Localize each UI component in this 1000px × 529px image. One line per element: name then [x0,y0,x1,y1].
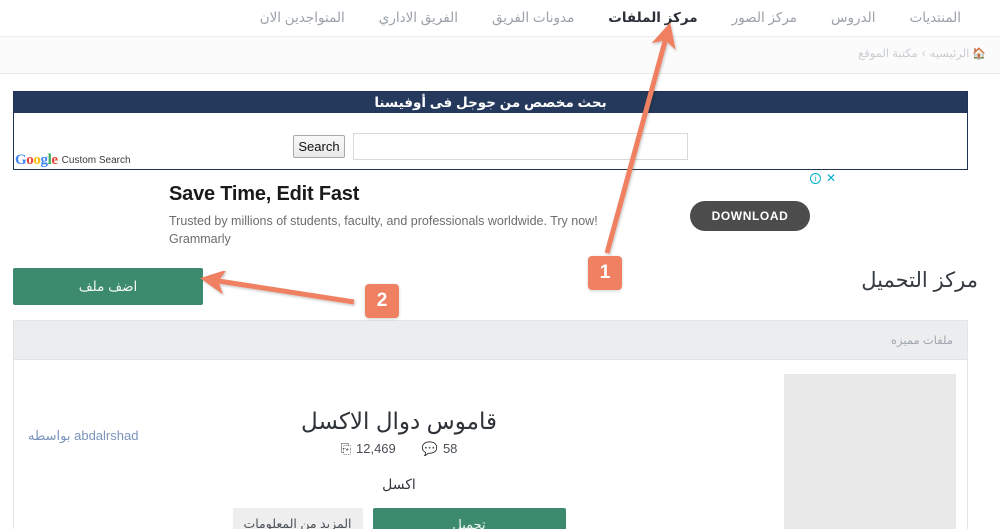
nav-item-forums[interactable]: المنتديات [893,0,978,36]
breadcrumb: 🏠الرئيسيه ›مكتبة الموقع [858,46,986,60]
file-author-name[interactable]: abdalrshad [74,428,138,443]
nav-item-online-now[interactable]: المتواجدين الان [243,0,362,36]
featured-files-label: ملفات مميزه [891,335,953,347]
ad-controls: i ✕ [810,172,836,184]
cse-body: Search Google Custom Search [14,113,967,169]
breadcrumb-home-link[interactable]: الرئيسيه [930,48,970,60]
file-comment-count: 58 💬 [422,441,458,456]
file-category[interactable]: اكسل [28,476,770,493]
file-thumbnail[interactable] [784,374,956,529]
comment-count-value: 58 [442,441,458,456]
breadcrumb-current: مكتبة الموقع [858,48,918,60]
ad-info-icon[interactable]: i [810,173,821,184]
file-author-prefix: بواسطه [28,428,71,443]
nav-item-file-center[interactable]: مركز الملفات [591,0,714,36]
ad-download-button[interactable]: DOWNLOAD [690,201,810,231]
file-download-button[interactable]: تحميل [372,508,566,529]
file-stats: 58 💬 12,469 ⎘ [28,441,770,456]
breadcrumb-separator: › [921,48,926,60]
cse-search-button[interactable]: Search [293,135,345,158]
download-count-value: 12,469 [356,441,396,456]
google-cse-branding: Google Custom Search [15,153,131,168]
ad-headline: Save Time, Edit Fast [169,183,360,205]
cse-search-input[interactable] [353,133,688,160]
annotation-arrow-2 [200,269,355,305]
file-list-item: قاموس دوال الاكسل 58 💬 12,469 ⎘ اكسل تحم… [14,360,967,529]
annotation-marker-2: 2 [365,284,399,318]
page-title: مركز التحميل [861,269,978,292]
home-icon: 🏠 [972,48,986,60]
featured-files-header: ملفات مميزه [14,321,967,360]
annotation-marker-1: 1 [588,256,622,290]
ad-description-text: Trusted by millions of students, faculty… [169,214,598,228]
main-navigation: المنتديات الدروس مركز الصور مركز الملفات… [0,0,1000,37]
nav-item-admin-team[interactable]: الفريق الاداري [362,0,475,36]
breadcrumb-bar: 🏠الرئيسيه ›مكتبة الموقع [0,37,1000,74]
google-custom-search-box: بحث مخصص من جوجل فى أوفيسنا Search Googl… [13,91,968,170]
cse-brand-label: Custom Search [61,155,131,166]
file-download-count: 12,469 ⎘ [341,441,396,456]
page-root: المنتديات الدروس مركز الصور مركز الملفات… [0,0,1000,529]
ad-advertiser-name: Grammarly [169,232,231,246]
google-logo: Google [15,152,58,168]
nav-item-team-blogs[interactable]: مدونات الفريق [475,0,591,36]
featured-files-card: ملفات مميزه قاموس دوال الاكسل 58 💬 12,46… [13,320,968,529]
add-file-button[interactable]: اضف ملف [13,268,203,305]
nav-item-image-center[interactable]: مركز الصور [715,0,814,36]
file-more-info-button[interactable]: المزيد من المعلومات [232,508,363,529]
ad-close-icon[interactable]: ✕ [826,172,836,184]
cse-title: بحث مخصص من جوجل فى أوفيسنا [14,92,967,113]
advertisement-banner[interactable]: Save Time, Edit Fast Trusted by millions… [151,170,848,250]
file-action-buttons: تحميل المزيد من المعلومات [28,508,770,529]
file-title[interactable]: قاموس دوال الاكسل [28,408,770,435]
download-icon: ⎘ [340,441,351,456]
nav-item-lessons[interactable]: الدروس [814,0,892,36]
ad-description: Trusted by millions of students, faculty… [169,212,669,248]
file-details: قاموس دوال الاكسل 58 💬 12,469 ⎘ اكسل تحم… [28,408,770,529]
file-author: abdalrshad بواسطه [28,428,138,444]
comment-icon: 💬 [421,441,438,456]
